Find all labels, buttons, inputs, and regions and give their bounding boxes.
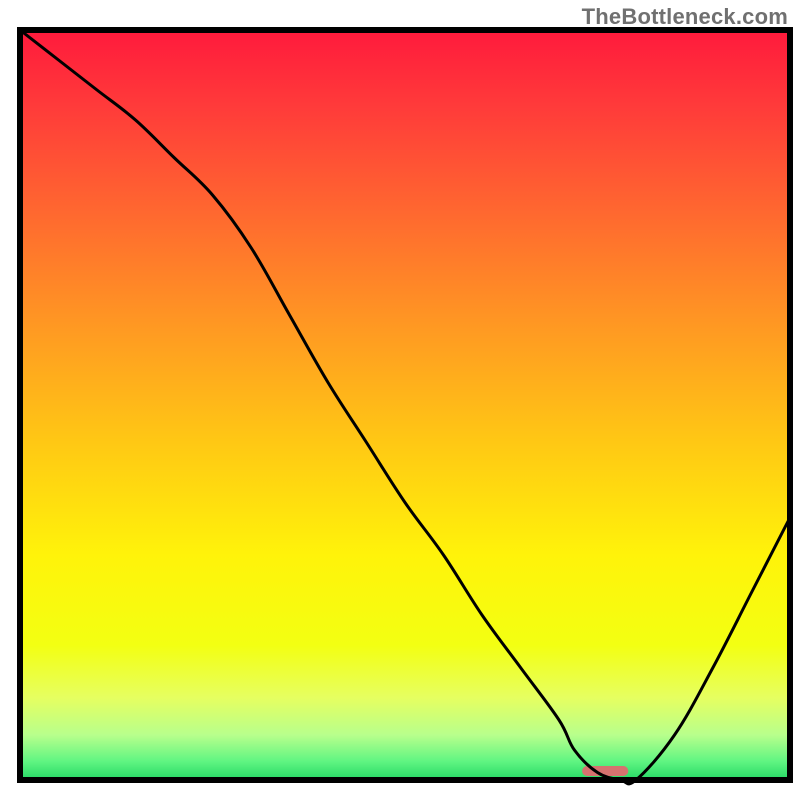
watermark-text: TheBottleneck.com <box>582 4 788 30</box>
bottleneck-chart <box>0 0 800 800</box>
gradient-background <box>20 30 790 780</box>
chart-container: TheBottleneck.com <box>0 0 800 800</box>
